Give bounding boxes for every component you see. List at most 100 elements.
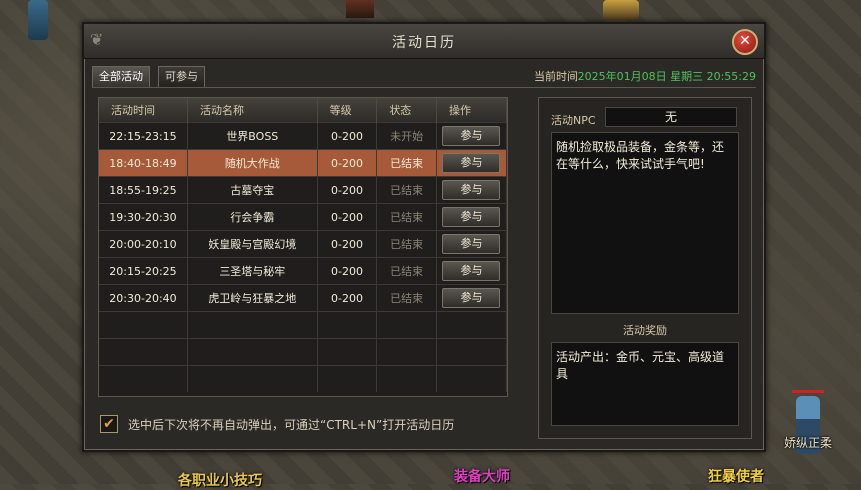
cell-status: 已结束 — [376, 284, 437, 312]
cell-status: 已结束 — [376, 203, 437, 231]
table-row[interactable]: 20:30-20:40 虎卫岭与狂暴之地 0-200 已结束 参与 — [99, 284, 508, 312]
cell-name: 随机大作战 — [187, 149, 318, 177]
activity-table: 活动时间 活动名称 等级 状态 操作 22:15-23:15 世界BOSS 0-20… — [98, 97, 508, 397]
cell-level: 0-200 — [317, 284, 378, 312]
cell-status — [376, 338, 437, 366]
cell-name: 三圣塔与秘牢 — [187, 257, 318, 285]
cell-name: 行会争霸 — [187, 203, 318, 231]
cell-time: 19:30-20:30 — [99, 203, 188, 231]
cell-action: 参与 — [436, 257, 508, 285]
cell-action — [436, 365, 508, 392]
cell-time: 18:55-19:25 — [99, 176, 188, 204]
cell-name: 虎卫岭与狂暴之地 — [187, 284, 318, 312]
cell-time: 18:40-18:49 — [99, 149, 188, 177]
cell-status: 已结束 — [376, 257, 437, 285]
npc-label: 活动NPC — [551, 114, 596, 127]
col-header-time: 活动时间 — [99, 98, 188, 123]
col-header-level: 等级 — [317, 98, 378, 123]
cell-status — [376, 311, 437, 339]
cell-time — [99, 338, 188, 366]
auto-popup-checkbox[interactable]: ✔ — [100, 415, 118, 433]
background-character-left — [28, 0, 48, 40]
cell-action: 参与 — [436, 149, 508, 177]
cell-level — [317, 338, 378, 366]
tab-all-activities[interactable]: 全部活动 — [92, 66, 150, 87]
cell-time — [99, 311, 188, 339]
col-header-name: 活动名称 — [187, 98, 318, 123]
cell-name: 古墓夺宝 — [187, 176, 318, 204]
cell-status — [376, 365, 437, 392]
table-row[interactable]: 20:00-20:10 妖皇殿与宫殿幻境 0-200 已结束 参与 — [99, 230, 508, 258]
cell-name — [187, 365, 318, 392]
reward-title: 活动奖励 — [623, 324, 667, 337]
cell-time: 20:30-20:40 — [99, 284, 188, 312]
table-row[interactable]: 19:30-20:30 行会争霸 0-200 已结束 参与 — [99, 203, 508, 231]
join-button[interactable]: 参与 — [442, 234, 501, 254]
tab-divider — [92, 87, 756, 88]
description-text: 随机捡取极品装备，金条等，还在等什么，快来试试手气吧! — [556, 140, 725, 171]
player-hp-bar — [792, 390, 824, 393]
cell-name: 世界BOSS — [187, 122, 318, 150]
npc-value: 无 — [605, 107, 737, 127]
cell-action: 参与 — [436, 176, 508, 204]
join-button[interactable]: 参与 — [442, 153, 501, 173]
description-box: 随机捡取极品装备，金条等，还在等什么，快来试试手气吧! — [551, 132, 739, 314]
cell-level: 0-200 — [317, 257, 378, 285]
cell-action: 参与 — [436, 122, 508, 150]
cell-status: 已结束 — [376, 230, 437, 258]
cell-status: 已结束 — [376, 176, 437, 204]
cell-action: 参与 — [436, 284, 508, 312]
join-button[interactable]: 参与 — [442, 288, 501, 308]
cell-time — [99, 365, 188, 392]
table-row[interactable]: 18:40-18:49 随机大作战 0-200 已结束 参与 — [99, 149, 508, 177]
window-title: 活动日历 — [392, 35, 456, 51]
current-time-value: 2025年01月08日 星期三 20:55:29 — [577, 70, 756, 83]
cell-level: 0-200 — [317, 203, 378, 231]
col-header-action: 操作 — [436, 98, 508, 123]
npc-sign-berserk-envoy[interactable]: 狂暴使者 — [708, 466, 764, 486]
auto-popup-label: 选中后下次将不再自动弹出，可通过“CTRL+N”打开活动日历 — [128, 418, 455, 432]
cell-time: 22:15-23:15 — [99, 122, 188, 150]
table-row[interactable]: 20:15-20:25 三圣塔与秘牢 0-200 已结束 参与 — [99, 257, 508, 285]
cell-level: 0-200 — [317, 149, 378, 177]
cell-action: 参与 — [436, 203, 508, 231]
npc-sign-tips[interactable]: 各职业小技巧 — [178, 470, 262, 490]
table-row — [99, 338, 508, 366]
join-button[interactable]: 参与 — [442, 261, 501, 281]
cell-name — [187, 311, 318, 339]
cell-time: 20:15-20:25 — [99, 257, 188, 285]
table-row — [99, 311, 508, 339]
player-name: 娇纵正柔 — [784, 436, 833, 450]
title-bar[interactable]: ❦ 活动日历 ✕ — [84, 24, 764, 59]
tab-available[interactable]: 可参与 — [158, 66, 205, 87]
cell-level — [317, 311, 378, 339]
cell-level — [317, 365, 378, 392]
close-button[interactable]: ✕ — [732, 29, 758, 55]
cell-action: 参与 — [436, 230, 508, 258]
table-row[interactable]: 22:15-23:15 世界BOSS 0-200 未开始 参与 — [99, 122, 508, 150]
background-character-right-top — [603, 0, 639, 20]
join-button[interactable]: 参与 — [442, 126, 501, 146]
cell-name: 妖皇殿与宫殿幻境 — [187, 230, 318, 258]
cell-time: 20:00-20:10 — [99, 230, 188, 258]
cell-level: 0-200 — [317, 230, 378, 258]
background-character-top — [346, 0, 374, 18]
cell-level: 0-200 — [317, 176, 378, 204]
cell-status: 已结束 — [376, 149, 437, 177]
join-button[interactable]: 参与 — [442, 207, 501, 227]
col-header-status: 状态 — [376, 98, 437, 123]
table-row — [99, 365, 508, 392]
cell-level: 0-200 — [317, 122, 378, 150]
npc-sign-equipment-master[interactable]: 装备大师 — [454, 466, 510, 486]
reward-text: 活动产出：金币、元宝、高级道具 — [556, 350, 725, 381]
reward-box: 活动产出：金币、元宝、高级道具 — [551, 342, 739, 426]
cell-name — [187, 338, 318, 366]
activity-detail-panel: 活动NPC 无 随机捡取极品装备，金条等，还在等什么，快来试试手气吧! 活动奖励… — [538, 97, 752, 439]
cell-status: 未开始 — [376, 122, 437, 150]
table-row[interactable]: 18:55-19:25 古墓夺宝 0-200 已结束 参与 — [99, 176, 508, 204]
activity-rows: 22:15-23:15 世界BOSS 0-200 未开始 参与 18:40-18:49 随机… — [99, 122, 508, 392]
current-time-label: 当前时间 — [534, 70, 578, 83]
cell-action — [436, 311, 508, 339]
cell-action — [436, 338, 508, 366]
join-button[interactable]: 参与 — [442, 180, 501, 200]
